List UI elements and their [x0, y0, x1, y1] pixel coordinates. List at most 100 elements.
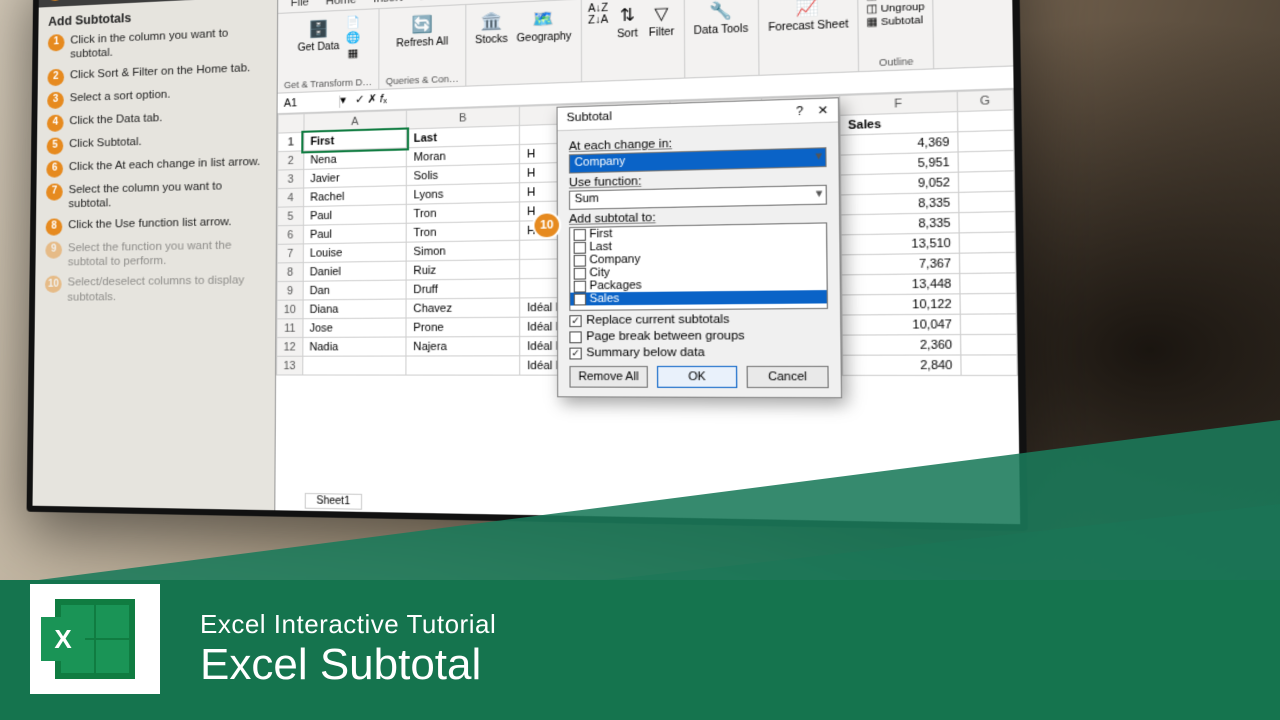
cell[interactable]: 9 [277, 281, 303, 300]
cell[interactable]: Paul [303, 204, 406, 225]
subtotal-button[interactable]: ▦ Subtotal [866, 14, 923, 29]
cell[interactable] [959, 232, 1016, 253]
cell[interactable]: Lyons [407, 183, 520, 205]
get-data-button[interactable]: 🗄️Get Data [295, 15, 341, 56]
cell[interactable]: Druff [406, 279, 519, 299]
geography-button[interactable]: 🗺️Geography [514, 4, 573, 47]
data-tools-button[interactable]: 🔧Data Tools [691, 0, 750, 40]
cell[interactable]: 5,951 [841, 152, 958, 175]
cell[interactable] [302, 356, 406, 375]
cell[interactable] [958, 150, 1015, 172]
cell[interactable]: 10,122 [842, 294, 960, 315]
cell[interactable]: 2,840 [843, 355, 961, 375]
cell[interactable]: 7,367 [842, 253, 960, 275]
label-replace: Replace current subtotals [586, 313, 729, 327]
cell[interactable]: Tron [407, 202, 520, 223]
chk-pagebreak[interactable] [569, 331, 581, 343]
cell[interactable]: Nadia [303, 337, 407, 356]
cell[interactable] [958, 191, 1015, 212]
name-box[interactable]: A1 [278, 95, 341, 110]
cell[interactable]: Louise [303, 242, 407, 262]
cell[interactable]: 4 [278, 188, 304, 207]
cell[interactable] [960, 314, 1017, 335]
cell[interactable]: Rachel [303, 186, 406, 207]
chk-summary[interactable] [569, 347, 581, 359]
from-text-icon[interactable]: 📄 [346, 14, 361, 29]
refresh-all-button[interactable]: 🔄Refresh All [394, 10, 450, 52]
ungroup-button[interactable]: ◫ Ungroup [866, 1, 925, 16]
label-pagebreak: Page break between groups [586, 329, 745, 343]
from-web-icon[interactable]: 🌐 [346, 30, 361, 45]
dialog-help-icon[interactable]: ? [796, 105, 803, 118]
group-queries: Queries & Con… [386, 72, 459, 86]
cell[interactable]: 2,360 [842, 335, 960, 356]
worksheet-grid[interactable]: A B C D E F G 1 First Last ges Sa [275, 89, 1020, 524]
cell[interactable]: 5 [277, 207, 303, 226]
remove-all-button[interactable]: Remove All [569, 366, 647, 388]
dialog-close-icon[interactable]: ✕ [817, 104, 828, 118]
cell[interactable]: 8,335 [841, 213, 959, 235]
cell[interactable]: Daniel [303, 261, 407, 281]
tab-file[interactable]: File [282, 0, 317, 13]
cell[interactable]: Prone [406, 317, 520, 337]
step-3: Select a sort option. [70, 87, 171, 108]
group-get-transform: Get & Transform D… [284, 76, 372, 91]
screen: G Outline and Subtotal Add Subtotals 1Cl… [33, 0, 1021, 524]
subtotal-dialog: Subtotal ?✕ At each change in: Company U… [557, 97, 843, 398]
excel-window: AutoSave 💾 ↶ Book - Excel Kayla Claypool… [275, 0, 1020, 524]
cell[interactable]: Chavez [406, 298, 519, 318]
from-table-icon[interactable]: ▦ [346, 45, 361, 60]
cell[interactable]: 3 [278, 169, 304, 188]
listbox-add-subtotal[interactable]: First Last Company City Packages Sales [569, 222, 828, 311]
cell[interactable]: 10,047 [842, 314, 960, 335]
cell[interactable]: Tron [406, 221, 519, 242]
cell[interactable] [959, 252, 1016, 273]
cell[interactable]: Dan [303, 280, 407, 300]
cell[interactable]: 11 [277, 319, 303, 338]
cell[interactable]: 12 [277, 337, 303, 356]
step-2: Click Sort & Filter on the Home tab. [70, 61, 251, 85]
cell[interactable] [957, 130, 1013, 152]
step-7: Select the column you want to subtotal. [68, 178, 265, 212]
tutorial-sidebar: G Outline and Subtotal Add Subtotals 1Cl… [33, 0, 279, 510]
label-summary: Summary below data [586, 346, 704, 359]
cell[interactable]: Ruiz [406, 259, 519, 280]
sort-button[interactable]: ⇅Sort [613, 1, 643, 43]
cell[interactable]: 9,052 [841, 172, 958, 195]
cell[interactable] [958, 171, 1015, 193]
cell[interactable]: Jose [303, 318, 407, 337]
fx-icon[interactable]: ▾ ✓ ✗ 𝑓ₓ [340, 93, 387, 108]
cell[interactable] [960, 334, 1017, 355]
cell[interactable]: 8,335 [841, 192, 959, 215]
ok-button[interactable]: OK [657, 366, 737, 388]
sort-za-icon[interactable]: Z↓A [588, 14, 608, 27]
cancel-button[interactable]: Cancel [747, 366, 829, 388]
col-header[interactable]: G [957, 90, 1013, 112]
cell[interactable]: 13 [277, 356, 303, 375]
cell[interactable] [960, 293, 1017, 314]
cell[interactable]: Diana [303, 299, 407, 319]
cell[interactable]: 2 [278, 151, 304, 170]
cell[interactable] [959, 273, 1016, 294]
cell[interactable] [406, 356, 520, 375]
cell[interactable] [960, 355, 1017, 376]
cell[interactable]: 6 [277, 225, 303, 244]
cell[interactable]: Paul [303, 223, 406, 244]
cell[interactable] [957, 110, 1013, 132]
cell[interactable]: 13,510 [841, 233, 959, 255]
cell[interactable] [959, 212, 1016, 233]
cell[interactable]: Najera [406, 337, 520, 357]
sheet-tab[interactable]: Sheet1 [305, 493, 362, 510]
sort-az-icon[interactable]: A↓Z [588, 3, 608, 16]
cell[interactable]: 10 [277, 300, 303, 319]
cell[interactable]: Simon [406, 240, 519, 261]
filter-button[interactable]: ▽Filter [646, 0, 676, 41]
step-10: Select/deselect columns to display subto… [67, 273, 265, 305]
cell[interactable]: Javier [303, 167, 406, 188]
cell[interactable]: 7 [277, 244, 303, 263]
cell[interactable]: 8 [277, 263, 303, 282]
forecast-button[interactable]: 📈Forecast Sheet [766, 0, 851, 36]
cell[interactable]: 13,448 [842, 274, 960, 295]
stocks-button[interactable]: 🏛️Stocks [473, 7, 510, 49]
chk-replace[interactable] [569, 315, 581, 327]
